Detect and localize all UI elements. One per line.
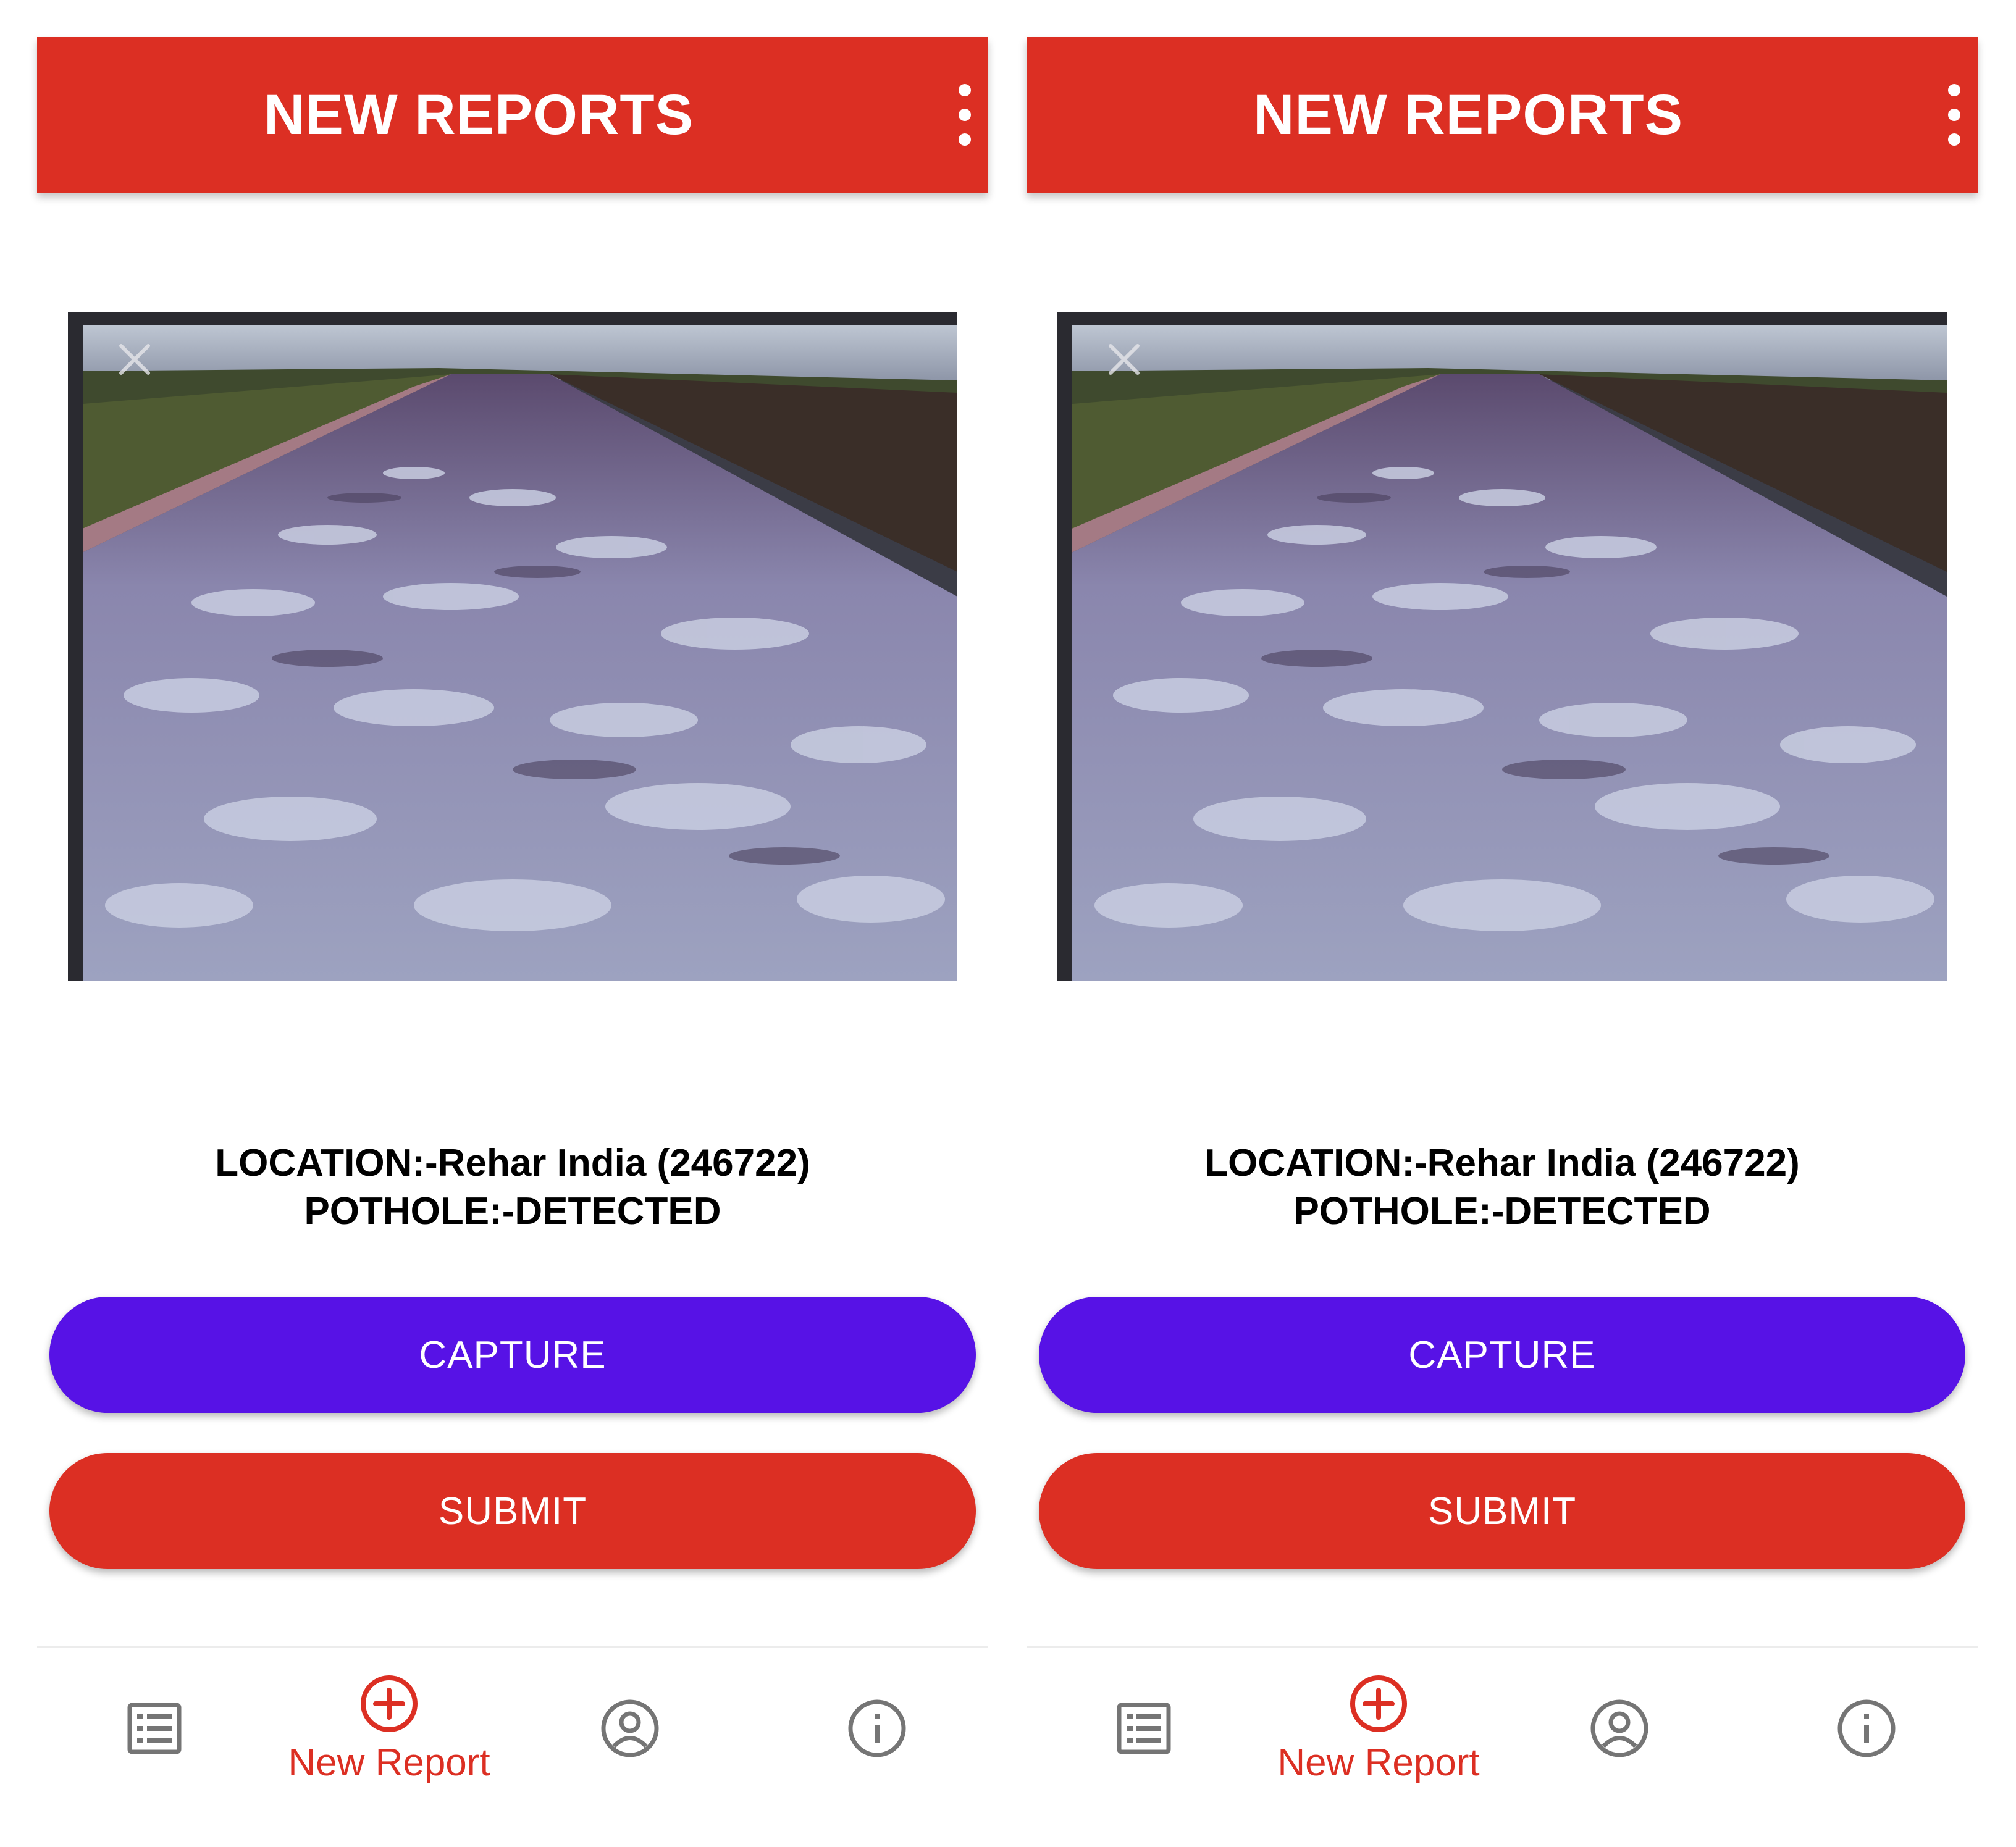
road-photo (1057, 312, 1947, 981)
list-icon (1117, 1703, 1171, 1754)
add-circle-icon (1350, 1675, 1407, 1732)
account-circle-icon (1590, 1699, 1648, 1757)
app-bar: NEW REPORTS (37, 37, 988, 193)
more-vert-icon[interactable] (1938, 84, 1970, 146)
nav-item-info[interactable] (1780, 1648, 1965, 1827)
close-icon[interactable] (112, 337, 157, 382)
capture-button[interactable]: CAPTURE (49, 1297, 976, 1413)
report-info: LOCATION:-Rehar India (246722) POTHOLE:-… (1027, 1139, 1978, 1236)
nav-item-profile[interactable] (537, 1648, 723, 1827)
page-title: NEW REPORTS (1253, 83, 1683, 146)
capture-button[interactable]: CAPTURE (1039, 1297, 1965, 1413)
info-icon (848, 1699, 906, 1757)
pothole-status-text: POTHOLE:-DETECTED (1293, 1190, 1711, 1233)
nav-item-info[interactable] (791, 1648, 976, 1827)
add-circle-icon (361, 1675, 418, 1732)
pothole-status-text: POTHOLE:-DETECTED (304, 1190, 721, 1233)
location-text: LOCATION:-Rehar India (246722) (215, 1142, 810, 1184)
page-title: NEW REPORTS (264, 83, 694, 146)
bottom-navigation: New Report (1027, 1646, 1978, 1827)
phone-screen-left: NEW REPORTS LOCATION:-Rehar India (24672… (37, 37, 988, 1828)
submit-button[interactable]: SUBMIT (1039, 1453, 1965, 1569)
submit-button[interactable]: SUBMIT (49, 1453, 976, 1569)
road-photo (68, 312, 957, 981)
more-vert-icon[interactable] (949, 84, 981, 146)
nav-item-new-report[interactable]: New Report (278, 1648, 500, 1827)
nav-item-reports-list[interactable] (1051, 1648, 1237, 1827)
close-icon[interactable] (1102, 337, 1146, 382)
report-info: LOCATION:-Rehar India (246722) POTHOLE:-… (37, 1139, 988, 1236)
phone-screen-right: NEW REPORTS LOCATION:-Rehar India (24672… (1027, 37, 1978, 1828)
nav-label-new-report: New Report (1277, 1741, 1480, 1784)
list-icon (127, 1703, 182, 1754)
nav-item-profile[interactable] (1527, 1648, 1712, 1827)
info-icon (1838, 1699, 1896, 1757)
nav-item-reports-list[interactable] (62, 1648, 247, 1827)
account-circle-icon (601, 1699, 659, 1757)
app-bar: NEW REPORTS (1027, 37, 1978, 193)
nav-label-new-report: New Report (288, 1741, 490, 1784)
bottom-navigation: New Report (37, 1646, 988, 1827)
location-text: LOCATION:-Rehar India (246722) (1204, 1142, 1800, 1184)
nav-item-new-report[interactable]: New Report (1267, 1648, 1490, 1827)
